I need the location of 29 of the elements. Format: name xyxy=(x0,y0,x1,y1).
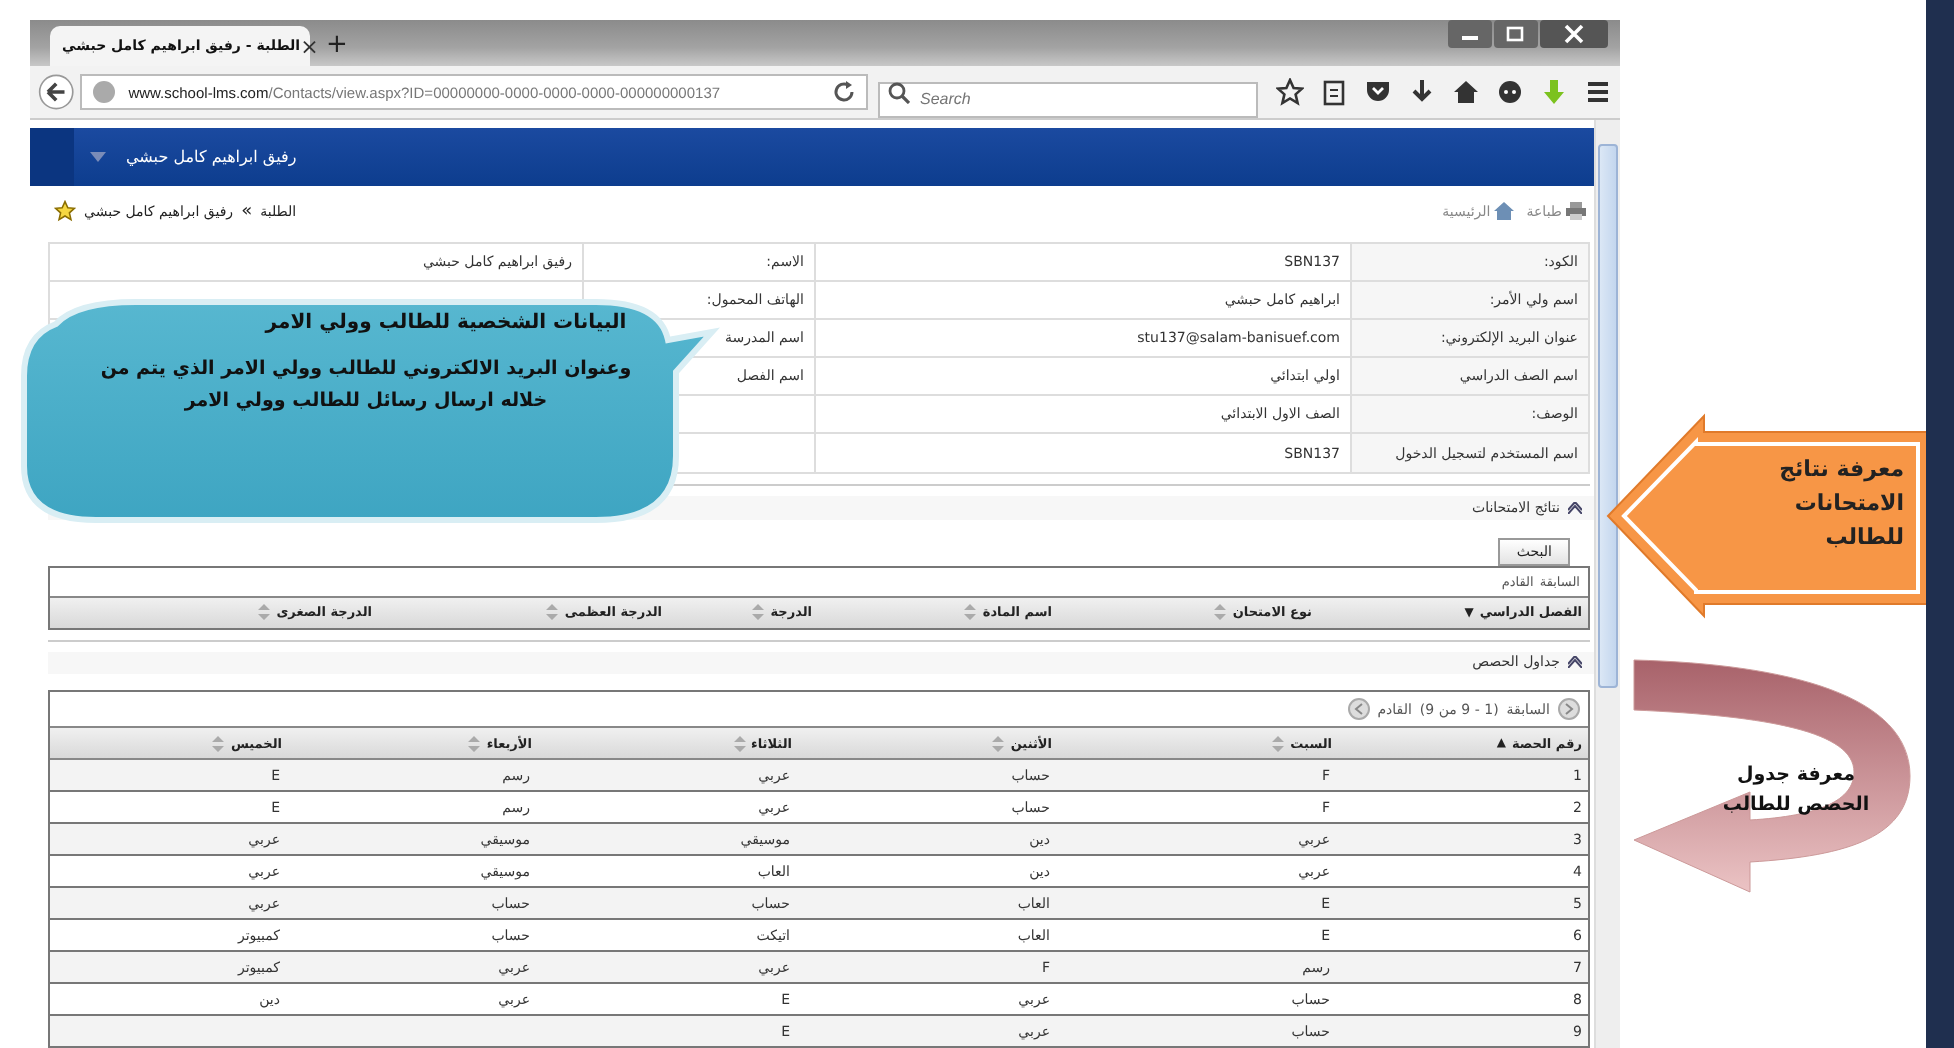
previous-page-icon[interactable] xyxy=(1558,698,1580,720)
back-icon[interactable] xyxy=(38,70,75,114)
search-icon xyxy=(888,82,910,104)
reload-icon[interactable] xyxy=(832,80,856,104)
callout-text: معرفة نتائج الامتحانات للطالب xyxy=(1777,454,1904,555)
next-page-icon[interactable] xyxy=(1347,698,1370,720)
breadcrumb-separator: » xyxy=(241,201,253,222)
printer-icon[interactable] xyxy=(1566,202,1586,221)
search-field[interactable]: Search xyxy=(878,81,1258,117)
caret-icon[interactable] xyxy=(90,152,106,163)
minimize-icon[interactable] xyxy=(1448,20,1492,48)
download-icon[interactable] xyxy=(1408,78,1436,106)
restore-icon[interactable] xyxy=(1494,20,1538,48)
chat-icon[interactable] xyxy=(1496,78,1524,106)
menu-icon[interactable] xyxy=(1584,78,1612,106)
callout-text: وعنوان البريد الالكتروني للطالب وولي الامر الذي يتم من خلاله ارسال رسائل للطالب وولي الامر xyxy=(98,356,634,417)
collapse-icon[interactable] xyxy=(1568,656,1582,669)
home-icon[interactable] xyxy=(1452,78,1480,106)
callout-title: البيانات الشخصية للطالب وولي الامر xyxy=(265,312,627,334)
clipboard-icon[interactable] xyxy=(1320,78,1348,106)
callout-text: معرفة جدول الحصص للطالب xyxy=(1720,762,1872,821)
star-icon[interactable] xyxy=(1276,78,1304,106)
collapse-icon[interactable] xyxy=(1568,502,1582,515)
star-icon[interactable] xyxy=(54,200,76,223)
student-name-title: رفيق ابراهيم كامل حبشي xyxy=(126,148,297,167)
pocket-icon[interactable] xyxy=(1364,78,1392,106)
new-tab-button[interactable]: + xyxy=(326,30,348,60)
scrollbar[interactable] xyxy=(1594,120,1620,1048)
close-icon[interactable] xyxy=(1540,20,1608,48)
